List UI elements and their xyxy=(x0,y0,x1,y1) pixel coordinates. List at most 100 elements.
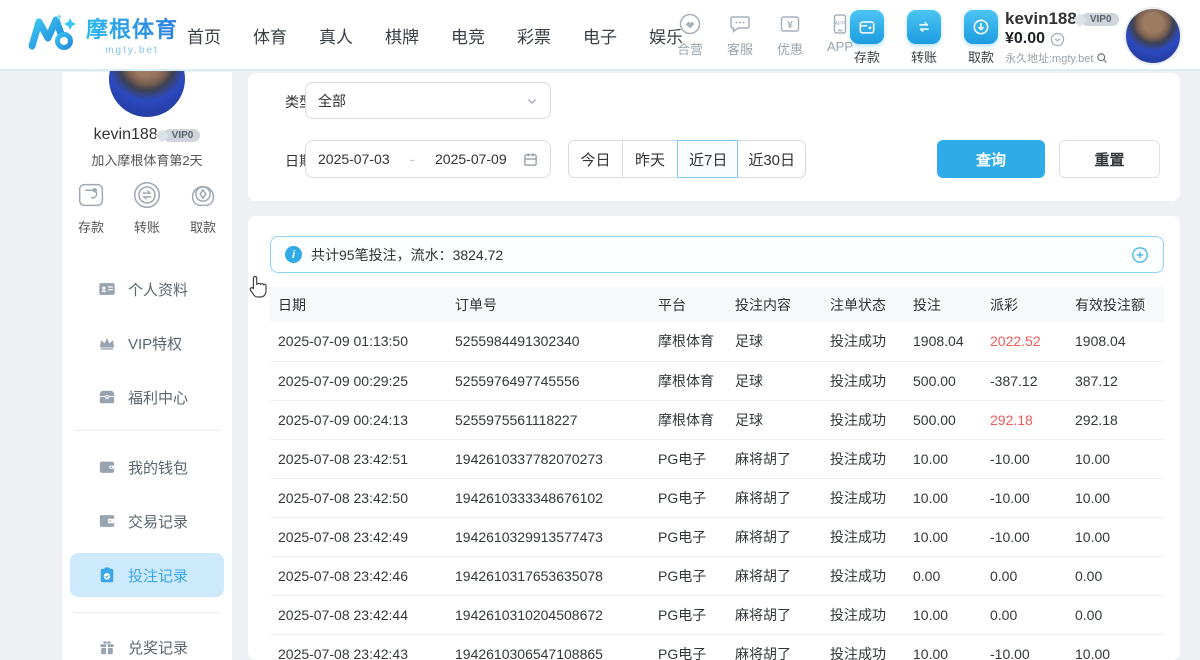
sidebar-item-vip[interactable]: VIP特权 xyxy=(70,321,224,365)
cell-date: 2025-07-09 00:24:13 xyxy=(270,400,447,439)
top-header: 摩根体育 mgty.bet 首页体育真人棋牌电竞彩票电子娱乐 合营 客服 ¥ 优… xyxy=(0,0,1200,71)
promo-link[interactable]: ¥ 优惠 xyxy=(770,12,810,58)
cell-status: 投注成功 xyxy=(822,517,905,556)
quick-range-0[interactable]: 今日 xyxy=(568,140,623,178)
cell-valid: 0.00 xyxy=(1067,556,1164,595)
nav-item-3[interactable]: 棋牌 xyxy=(379,19,425,52)
cell-content: 麻将胡了 xyxy=(727,634,822,660)
svg-text:¥: ¥ xyxy=(787,20,793,31)
withdraw-icon xyxy=(971,17,991,37)
sidebar-action-label: 取款 xyxy=(190,217,216,236)
cell-payout: -10.00 xyxy=(982,517,1067,556)
wallet-action-label: 存款 xyxy=(854,47,880,66)
cell-platform: PG电子 xyxy=(650,595,727,634)
withdraw-button[interactable]: 取款 xyxy=(959,10,1003,66)
nav-item-6[interactable]: 电子 xyxy=(577,19,623,52)
balance-refresh-icon[interactable] xyxy=(1050,32,1065,47)
user-avatar[interactable] xyxy=(1124,7,1182,65)
cell-bet: 10.00 xyxy=(905,595,982,634)
sidebar: kevin188 VIP0 加入摩根体育第2天 存款 转账 取款 个人资料 VI… xyxy=(62,72,232,660)
cell-content: 足球 xyxy=(727,322,822,361)
sidebar-item-redeem[interactable]: 兑奖记录 xyxy=(70,625,224,660)
cell-date: 2025-07-08 23:42:49 xyxy=(270,517,447,556)
cell-status: 投注成功 xyxy=(822,361,905,400)
cell-status: 投注成功 xyxy=(822,634,905,660)
cell-platform: 摩根体育 xyxy=(650,322,727,361)
sidebar-item-profile[interactable]: 个人资料 xyxy=(70,267,224,311)
transfer-icon xyxy=(914,17,934,37)
nav-item-1[interactable]: 体育 xyxy=(247,19,293,52)
cell-order: 1942610329913577473 xyxy=(447,517,650,556)
sidebar-item-label: 个人资料 xyxy=(128,279,188,300)
cell-order: 1942610337782070273 xyxy=(447,439,650,478)
nav-item-5[interactable]: 彩票 xyxy=(511,19,557,52)
cell-order: 1942610333348676102 xyxy=(447,478,650,517)
sidebar-item-bet-records[interactable]: 投注记录 xyxy=(70,553,224,597)
transfer-button[interactable]: 转账 xyxy=(902,10,946,66)
search-button[interactable]: 查询 xyxy=(937,140,1045,178)
cell-date: 2025-07-08 23:42:46 xyxy=(270,556,447,595)
col-status: 注单状态 xyxy=(822,287,905,322)
cell-order: 1942610310204508672 xyxy=(447,595,650,634)
cell-date: 2025-07-08 23:42:50 xyxy=(270,478,447,517)
expand-icon[interactable] xyxy=(1131,246,1149,264)
cell-status: 投注成功 xyxy=(822,556,905,595)
table-row: 2025-07-08 23:42:511942610337782070273PG… xyxy=(270,439,1164,478)
quick-range-3[interactable]: 近30日 xyxy=(738,140,806,178)
sidebar-item-label: 福利中心 xyxy=(128,387,188,408)
sidebar-item-welfare[interactable]: 福利中心 xyxy=(70,375,224,419)
reset-button[interactable]: 重置 xyxy=(1059,140,1160,178)
sidebar-item-transactions[interactable]: 交易记录 xyxy=(70,499,224,543)
cell-status: 投注成功 xyxy=(822,439,905,478)
quick-range-group: 今日昨天近7日近30日 xyxy=(568,140,806,178)
wallet-action-label: 转账 xyxy=(911,47,937,66)
support-link[interactable]: 客服 xyxy=(720,12,760,58)
nav-item-2[interactable]: 真人 xyxy=(313,19,359,52)
handshake-icon xyxy=(678,12,702,36)
date-range-input[interactable]: 2025-07-03 - 2025-07-09 xyxy=(305,140,551,178)
chat-icon xyxy=(728,12,752,36)
user-info: kevin188 VIP0 ¥0.00 永久地址:mgty.bet xyxy=(1005,9,1123,66)
quick-link-label: 合营 xyxy=(677,39,703,58)
col-date: 日期 xyxy=(270,287,447,322)
search-address-icon[interactable] xyxy=(1096,52,1108,64)
partner-link[interactable]: 合营 xyxy=(670,12,710,58)
cell-valid: 10.00 xyxy=(1067,634,1164,660)
bet-records-table: 日期 订单号 平台 投注内容 注单状态 投注 派彩 有效投注额 2025-07-… xyxy=(270,287,1164,660)
quick-range-2[interactable]: 近7日 xyxy=(677,140,738,178)
sidebar-deposit-button[interactable]: 存款 xyxy=(74,178,108,236)
cell-payout: 0.00 xyxy=(982,556,1067,595)
table-row: 2025-07-08 23:42:491942610329913577473PG… xyxy=(270,517,1164,556)
col-valid: 有效投注额 xyxy=(1067,287,1164,322)
quick-range-1[interactable]: 昨天 xyxy=(623,140,678,178)
cell-platform: PG电子 xyxy=(650,478,727,517)
date-separator: - xyxy=(410,151,415,167)
summary-bar: i 共计95笔投注，流水：3824.72 xyxy=(270,236,1164,273)
type-select[interactable]: 全部 xyxy=(305,82,551,119)
table-row: 2025-07-08 23:42:431942610306547108865PG… xyxy=(270,634,1164,660)
sidebar-transfer-button[interactable]: 转账 xyxy=(130,178,164,236)
deposit-button[interactable]: 存款 xyxy=(845,10,889,66)
sidebar-item-wallet[interactable]: 我的钱包 xyxy=(70,445,224,489)
username: kevin188 xyxy=(1005,9,1077,29)
sidebar-item-label: 投注记录 xyxy=(128,565,188,586)
cell-bet: 1908.04 xyxy=(905,322,982,361)
cell-content: 麻将胡了 xyxy=(727,439,822,478)
sidebar-withdraw-button[interactable]: 取款 xyxy=(186,178,220,236)
date-to-value: 2025-07-09 xyxy=(435,151,507,167)
site-logo[interactable]: 摩根体育 mgty.bet xyxy=(26,8,178,60)
sidebar-action-label: 存款 xyxy=(78,217,104,236)
cell-order: 1942610306547108865 xyxy=(447,634,650,660)
info-icon: i xyxy=(285,246,302,263)
table-row: 2025-07-09 00:29:255255976497745556摩根体育足… xyxy=(270,361,1164,400)
transfer-icon xyxy=(130,178,164,212)
nav-item-4[interactable]: 电竞 xyxy=(445,19,491,52)
cell-content: 麻将胡了 xyxy=(727,556,822,595)
transaction-record-icon xyxy=(98,512,116,530)
sidebar-item-label: 兑奖记录 xyxy=(128,637,188,658)
col-order: 订单号 xyxy=(447,287,650,322)
nav-item-0[interactable]: 首页 xyxy=(181,19,227,52)
cell-payout: -387.12 xyxy=(982,361,1067,400)
cell-order: 5255976497745556 xyxy=(447,361,650,400)
cell-date: 2025-07-09 01:13:50 xyxy=(270,322,447,361)
